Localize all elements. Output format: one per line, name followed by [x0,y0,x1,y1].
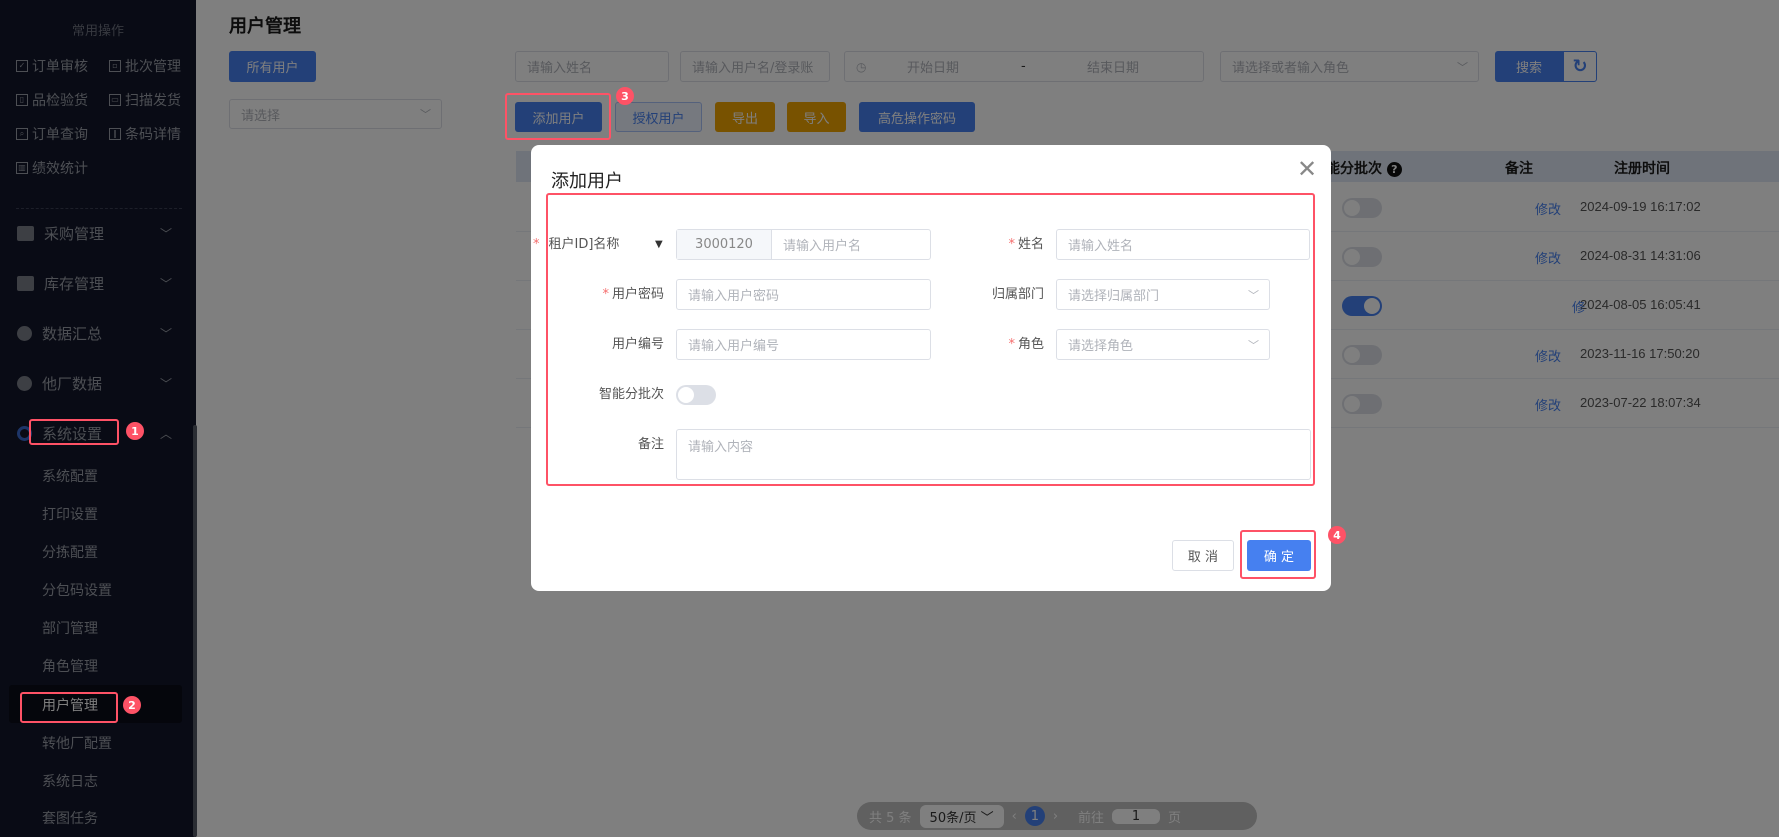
annotation-badge-4: 4 [1328,526,1346,544]
cancel-button[interactable]: 取 消 [1172,540,1234,571]
annotation-box-1 [29,419,119,445]
close-icon[interactable]: ✕ [1297,155,1317,183]
annotation-box-4 [1240,530,1316,579]
annotation-badge-1: 1 [126,422,144,440]
annotation-box-2 [20,692,118,723]
annotation-badge-2: 2 [123,696,141,714]
annotation-box-3 [505,93,611,140]
dialog-title: 添加用户 [551,171,623,192]
annotation-badge-3: 3 [616,87,634,105]
annotation-form-box [546,193,1315,486]
add-user-dialog: 添加用户 ✕ * 租户ID]名称 ▼ 3000120 请输入用户名 * 姓名 请输入姓… [531,145,1331,591]
